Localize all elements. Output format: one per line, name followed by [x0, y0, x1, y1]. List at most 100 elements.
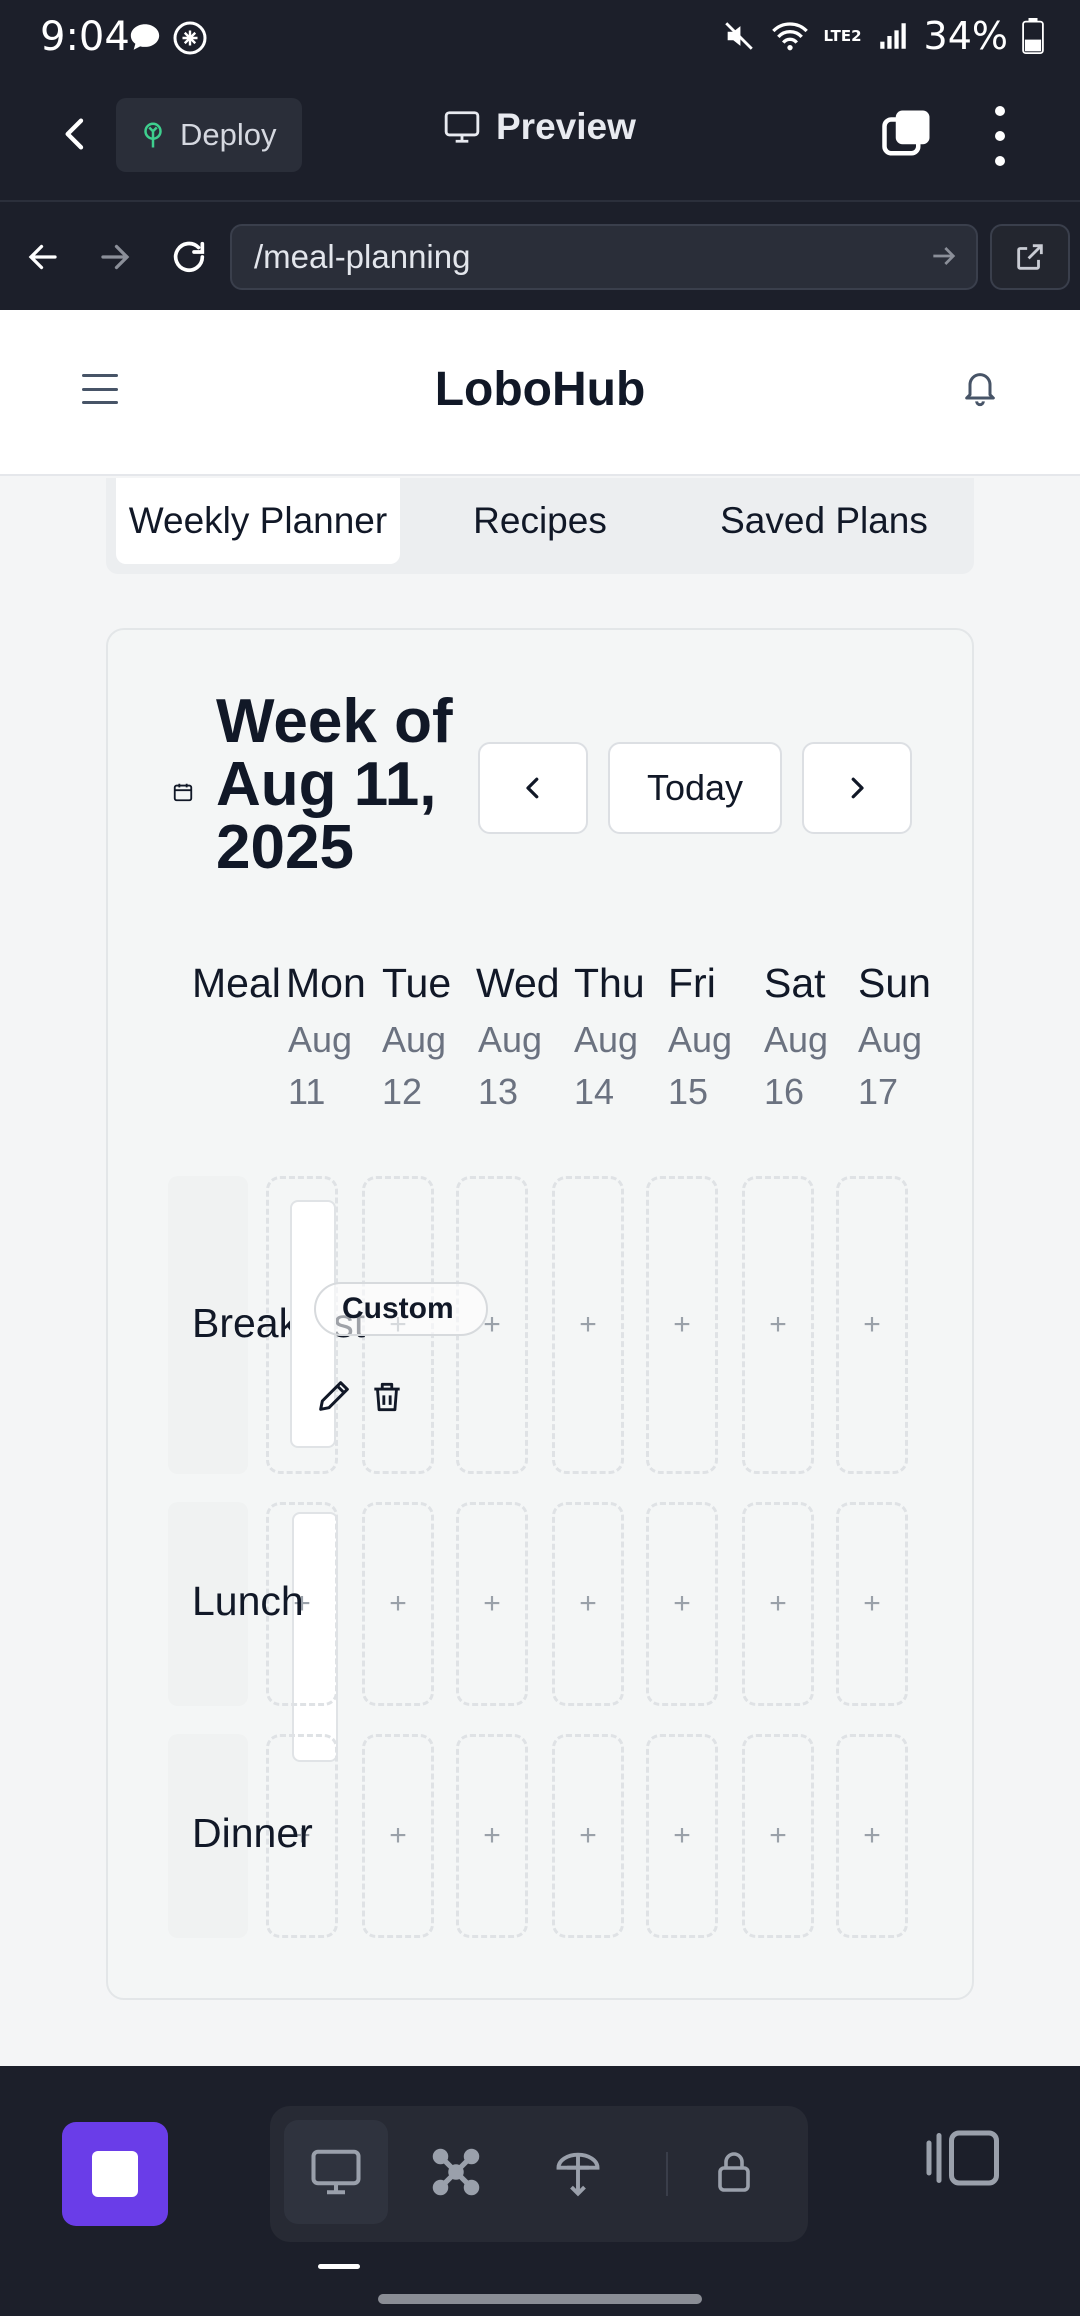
deploy-label: Deploy — [180, 117, 277, 152]
back-button[interactable] — [48, 106, 104, 162]
go-arrow-icon[interactable] — [928, 240, 960, 272]
scheduled-meal-label[interactable]: Custom — [314, 1282, 488, 1336]
planner-tabs: Weekly Planner Recipes Saved Plans — [106, 478, 974, 574]
day-date-fri: Aug 15 — [668, 1019, 733, 1112]
nodes-icon — [432, 2148, 480, 2196]
slot-breakfast-thu[interactable]: + — [552, 1176, 624, 1474]
system-status: LTE2 34% — [722, 14, 1044, 58]
app-notification-icon — [173, 21, 207, 55]
preview-title: Preview — [442, 106, 636, 148]
day-header-mon: Mon — [286, 960, 366, 1006]
deploy-icon — [144, 122, 162, 148]
deploy-icon — [556, 2152, 600, 2197]
chevron-left-icon — [526, 777, 539, 799]
day-header-sat: Sat — [764, 960, 826, 1006]
battery-icon — [1022, 18, 1044, 54]
calendar-icon — [173, 783, 193, 802]
slot-lunch-thu[interactable]: + — [552, 1502, 624, 1706]
meal-column-header: Meal — [192, 960, 281, 1006]
slot-dinner-thu[interactable]: + — [552, 1734, 624, 1938]
day-header-sun: Sun — [858, 960, 931, 1006]
notification-icons — [128, 20, 208, 56]
deploy-button[interactable]: Deploy — [116, 98, 302, 172]
slot-dinner-wed[interactable]: + — [456, 1734, 528, 1938]
tab-saved-plans[interactable]: Saved Plans — [692, 478, 956, 564]
mute-icon — [724, 22, 753, 50]
device-toggle-icon[interactable] — [924, 2128, 1004, 2188]
integrations-button[interactable] — [404, 2120, 508, 2224]
day-date-tue: Aug 12 — [382, 1019, 447, 1112]
day-date-sat: Aug 16 — [764, 1019, 829, 1112]
monitor-icon — [311, 2149, 361, 2195]
day-header-tue: Tue — [382, 960, 452, 1006]
slot-breakfast-fri[interactable]: + — [646, 1176, 718, 1474]
pencil-icon[interactable] — [314, 1376, 354, 1416]
preview-label: Preview — [496, 106, 636, 147]
slot-dinner-sun[interactable]: + — [836, 1734, 908, 1938]
chevron-right-icon — [851, 777, 864, 799]
stop-button[interactable] — [62, 2122, 168, 2226]
web-page: LoboHub Weekly Planner Recipes Saved Pla… — [0, 310, 1080, 2066]
chat-bubble-icon — [130, 24, 160, 50]
previous-week-button[interactable] — [478, 742, 588, 834]
toolbar-divider — [666, 2152, 668, 2196]
external-link-icon — [1017, 244, 1043, 270]
browser-back-button[interactable] — [18, 232, 68, 282]
tab-weekly-planner[interactable]: Weekly Planner — [116, 478, 400, 564]
slot-dinner-fri[interactable]: + — [646, 1734, 718, 1938]
battery-percent: 34% — [923, 14, 1008, 58]
url-input[interactable]: /meal-planning — [230, 224, 978, 290]
more-options-button[interactable] — [980, 106, 1020, 166]
trash-icon[interactable] — [368, 1376, 406, 1418]
slot-lunch-sun[interactable]: + — [836, 1502, 908, 1706]
browser-forward-button[interactable] — [90, 232, 140, 282]
status-bar: 9:04 LTE2 34% — [0, 0, 1080, 76]
arrow-left-icon — [28, 244, 57, 270]
browser-url-bar: /meal-planning — [0, 204, 1080, 310]
chevron-left-icon — [65, 118, 84, 150]
slot-breakfast-sat[interactable]: + — [742, 1176, 814, 1474]
day-date-wed: Aug 13 — [478, 1019, 543, 1112]
arrow-right-icon — [101, 244, 130, 270]
slot-breakfast-sun[interactable]: + — [836, 1176, 908, 1474]
day-date-mon: Aug 11 — [288, 1019, 353, 1112]
slot-lunch-fri[interactable]: + — [646, 1502, 718, 1706]
slot-dinner-sat[interactable]: + — [742, 1734, 814, 1938]
day-header-thu: Thu — [574, 960, 645, 1006]
slot-lunch-sat[interactable]: + — [742, 1502, 814, 1706]
day-header-fri: Fri — [668, 960, 716, 1006]
home-indicator[interactable] — [378, 2294, 702, 2304]
network-type: LTE2 — [823, 27, 862, 45]
status-time: 9:04 — [40, 14, 130, 60]
slot-lunch-tue[interactable]: + — [362, 1502, 434, 1706]
top-app-bar: Deploy Preview — [0, 76, 1080, 202]
slot-dinner-tue[interactable]: + — [362, 1734, 434, 1938]
desktop-view-button[interactable] — [284, 2120, 388, 2224]
refresh-icon — [173, 241, 205, 273]
reload-button[interactable] — [164, 232, 214, 282]
deploy-tool-button[interactable] — [526, 2120, 630, 2224]
tool-group — [270, 2106, 808, 2242]
day-header-wed: Wed — [476, 960, 560, 1006]
today-button[interactable]: Today — [608, 742, 782, 834]
row-label-dinner: Dinner — [192, 1810, 313, 1856]
secrets-button[interactable] — [682, 2120, 786, 2224]
signal-icon — [879, 23, 906, 49]
brand-title: LoboHub — [434, 363, 646, 416]
url-text: /meal-planning — [254, 238, 471, 275]
stop-icon — [92, 2151, 138, 2197]
bottom-toolbar — [0, 2066, 1080, 2316]
slot-lunch-wed[interactable]: + — [456, 1502, 528, 1706]
site-header: LoboHub — [0, 310, 1080, 476]
monitor-icon — [444, 111, 480, 143]
open-external-button[interactable] — [990, 224, 1070, 290]
wifi-icon — [771, 22, 808, 51]
day-date-thu: Aug 14 — [574, 1019, 639, 1112]
bell-icon[interactable] — [960, 366, 1000, 410]
tabs-switcher-icon[interactable] — [880, 106, 934, 160]
weekly-planner-card: Week of Aug 11, 2025 Today Meal Mon Aug 1… — [106, 628, 974, 2000]
tab-recipes[interactable]: Recipes — [424, 478, 656, 564]
next-week-button[interactable] — [802, 742, 912, 834]
day-date-sun: Aug 17 — [858, 1019, 923, 1112]
row-label-lunch: Lunch — [192, 1578, 304, 1624]
